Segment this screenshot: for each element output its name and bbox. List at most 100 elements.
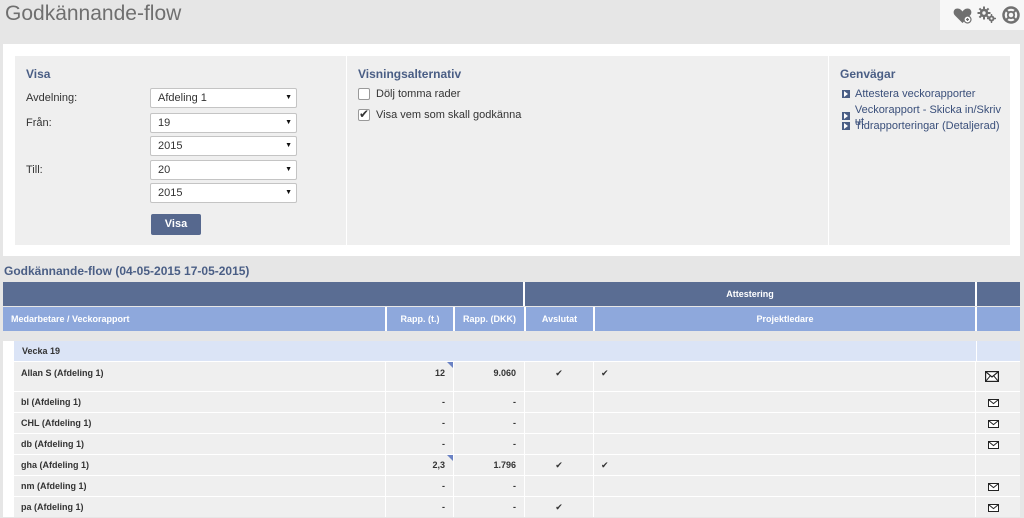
gear-icon[interactable] bbox=[977, 6, 997, 24]
table-row[interactable]: nm (Afdeling 1) - - bbox=[14, 475, 1020, 496]
rapp-t-cell: - bbox=[386, 497, 454, 517]
envelope-icon[interactable] bbox=[988, 441, 999, 451]
rapp-t-cell: 2,3 bbox=[386, 455, 454, 475]
options-section: Visningsalternativ Dölj tomma rader Visa… bbox=[347, 56, 829, 245]
rapp-dkk-cell: - bbox=[454, 392, 525, 412]
shortcut-link-attestera[interactable]: Attestera veckorapporter bbox=[842, 88, 975, 100]
avslutat-checkmark-icon bbox=[525, 476, 594, 496]
shortcut-link-tidrapporteringar[interactable]: Tidrapporteringar (Detaljerad) bbox=[842, 120, 1000, 132]
avslutat-checkmark-icon: ✔ bbox=[525, 455, 594, 475]
employee-name[interactable]: pa (Afdeling 1) bbox=[14, 497, 386, 517]
shortcuts-section: Genvägar Attestera veckorapporter Veckor… bbox=[829, 56, 1010, 245]
mail-cell bbox=[976, 455, 1020, 475]
projektledare-checkmark-icon bbox=[594, 392, 976, 412]
avslutat-checkmark-icon: ✔ bbox=[525, 362, 594, 391]
week-label: Vecka 19 bbox=[14, 341, 976, 361]
heart-icon[interactable] bbox=[953, 7, 972, 24]
column-header-avslutat[interactable]: Avslutat bbox=[526, 307, 595, 331]
projektledare-checkmark-icon bbox=[594, 434, 976, 454]
hide-empty-option[interactable]: Dölj tomma rader bbox=[358, 88, 460, 100]
filter-panel-inner: Visa Avdelning: Afdeling 1 Från: 19 2015… bbox=[15, 56, 1010, 245]
group-header-attestering: Attestering bbox=[525, 282, 977, 306]
projektledare-checkmark-icon bbox=[594, 476, 976, 496]
triangle-right-icon bbox=[842, 122, 850, 130]
approval-table: Attestering Medarbetare / Veckorapport R… bbox=[3, 282, 1020, 517]
table-row[interactable]: bl (Afdeling 1) - - bbox=[14, 391, 1020, 412]
mail-cell bbox=[976, 392, 1020, 412]
show-approver-option[interactable]: Visa vem som skall godkänna bbox=[358, 107, 521, 121]
filter-panel: Visa Avdelning: Afdeling 1 Från: 19 2015… bbox=[3, 44, 1020, 256]
till-label: Till: bbox=[26, 164, 43, 176]
projektledare-checkmark-icon bbox=[594, 497, 976, 517]
lifebuoy-icon[interactable] bbox=[1002, 6, 1020, 24]
column-header-rapp-dkk[interactable]: Rapp. (DKK) bbox=[455, 307, 526, 331]
column-header-name[interactable]: Medarbetare / Veckorapport bbox=[3, 307, 387, 331]
till-year-select[interactable]: 2015 bbox=[150, 183, 297, 203]
avslutat-checkmark-icon bbox=[525, 413, 594, 433]
column-header-blank bbox=[977, 307, 1020, 331]
envelope-icon[interactable] bbox=[988, 483, 999, 493]
rapp-dkk-cell: 1.796 bbox=[454, 455, 525, 475]
rapp-dkk-cell: 9.060 bbox=[454, 362, 525, 391]
triangle-right-icon bbox=[842, 90, 850, 98]
employee-name[interactable]: nm (Afdeling 1) bbox=[14, 476, 386, 496]
show-approver-checkbox[interactable] bbox=[358, 107, 370, 121]
avslutat-checkmark-icon bbox=[525, 434, 594, 454]
envelope-icon[interactable] bbox=[988, 399, 999, 409]
rapp-t-cell: - bbox=[386, 413, 454, 433]
table-row[interactable]: pa (Afdeling 1) - - ✔ bbox=[14, 496, 1020, 517]
table-row[interactable]: db (Afdeling 1) - - bbox=[14, 433, 1020, 454]
visa-button[interactable]: Visa bbox=[151, 214, 201, 235]
till-week-select[interactable]: 20 bbox=[150, 160, 297, 180]
visa-section-title: Visa bbox=[26, 67, 51, 81]
mail-cell bbox=[976, 434, 1020, 454]
table-row[interactable]: CHL (Afdeling 1) - - bbox=[14, 412, 1020, 433]
mail-cell bbox=[976, 476, 1020, 496]
envelope-icon[interactable] bbox=[988, 420, 999, 430]
week-group-row: Vecka 19 bbox=[14, 341, 1020, 361]
fran-week-select[interactable]: 19 bbox=[150, 113, 297, 133]
fran-label: Från: bbox=[26, 117, 52, 129]
table-row[interactable]: gha (Afdeling 1) 2,3 1.796 ✔ ✔ bbox=[14, 454, 1020, 475]
employee-name[interactable]: db (Afdeling 1) bbox=[14, 434, 386, 454]
employee-name[interactable]: Allan S (Afdeling 1) bbox=[14, 362, 386, 391]
rapp-t-cell: - bbox=[386, 434, 454, 454]
shortcut-link-label: Tidrapporteringar (Detaljerad) bbox=[855, 120, 1000, 132]
table-row[interactable]: Allan S (Afdeling 1) 12 9.060 ✔ ✔ bbox=[14, 361, 1020, 391]
rapp-dkk-cell: - bbox=[454, 413, 525, 433]
mail-cell bbox=[976, 413, 1020, 433]
mail-cell bbox=[976, 497, 1020, 517]
table-rows: Allan S (Afdeling 1) 12 9.060 ✔ ✔ bl (Afdelin… bbox=[14, 361, 1020, 517]
shortcut-link-label: Attestera veckorapporter bbox=[855, 88, 976, 100]
header-icon-tray bbox=[940, 0, 1024, 30]
envelope-icon[interactable] bbox=[985, 371, 1000, 384]
fran-year-select[interactable]: 2015 bbox=[150, 136, 297, 156]
triangle-right-icon bbox=[842, 112, 850, 120]
rapp-t-cell: - bbox=[386, 392, 454, 412]
employee-name[interactable]: gha (Afdeling 1) bbox=[14, 455, 386, 475]
mail-cell bbox=[976, 362, 1020, 391]
page-title: Godkännande-flow bbox=[5, 2, 182, 25]
column-header-projektledare[interactable]: Projektledare bbox=[595, 307, 977, 331]
projektledare-checkmark-icon: ✔ bbox=[594, 455, 976, 475]
employee-name[interactable]: bl (Afdeling 1) bbox=[14, 392, 386, 412]
options-section-title: Visningsalternativ bbox=[358, 67, 462, 81]
avdelning-select[interactable]: Afdeling 1 bbox=[150, 88, 297, 108]
hide-empty-checkbox[interactable] bbox=[358, 88, 370, 100]
employee-name[interactable]: CHL (Afdeling 1) bbox=[14, 413, 386, 433]
rapp-dkk-cell: - bbox=[454, 497, 525, 517]
group-header-blank bbox=[3, 282, 525, 306]
rapp-t-cell: 12 bbox=[386, 362, 454, 391]
envelope-icon[interactable] bbox=[988, 504, 999, 514]
hide-empty-label: Dölj tomma rader bbox=[376, 88, 461, 100]
table-section-title: Godkännande-flow (04-05-2015 17-05-2015) bbox=[4, 264, 250, 278]
table-body: Vecka 19 Allan S (Afdeling 1) 12 9.060 ✔ ✔ bl… bbox=[3, 341, 1020, 517]
visa-section: Visa Avdelning: Afdeling 1 Från: 19 2015… bbox=[15, 56, 347, 245]
column-header-rapp-t[interactable]: Rapp. (t.) bbox=[387, 307, 455, 331]
avdelning-label: Avdelning: bbox=[26, 92, 78, 104]
projektledare-checkmark-icon: ✔ bbox=[594, 362, 976, 391]
avslutat-checkmark-icon bbox=[525, 392, 594, 412]
rapp-dkk-cell: - bbox=[454, 434, 525, 454]
table-group-header-row: Attestering bbox=[3, 282, 1020, 306]
week-row-end bbox=[977, 341, 1020, 361]
